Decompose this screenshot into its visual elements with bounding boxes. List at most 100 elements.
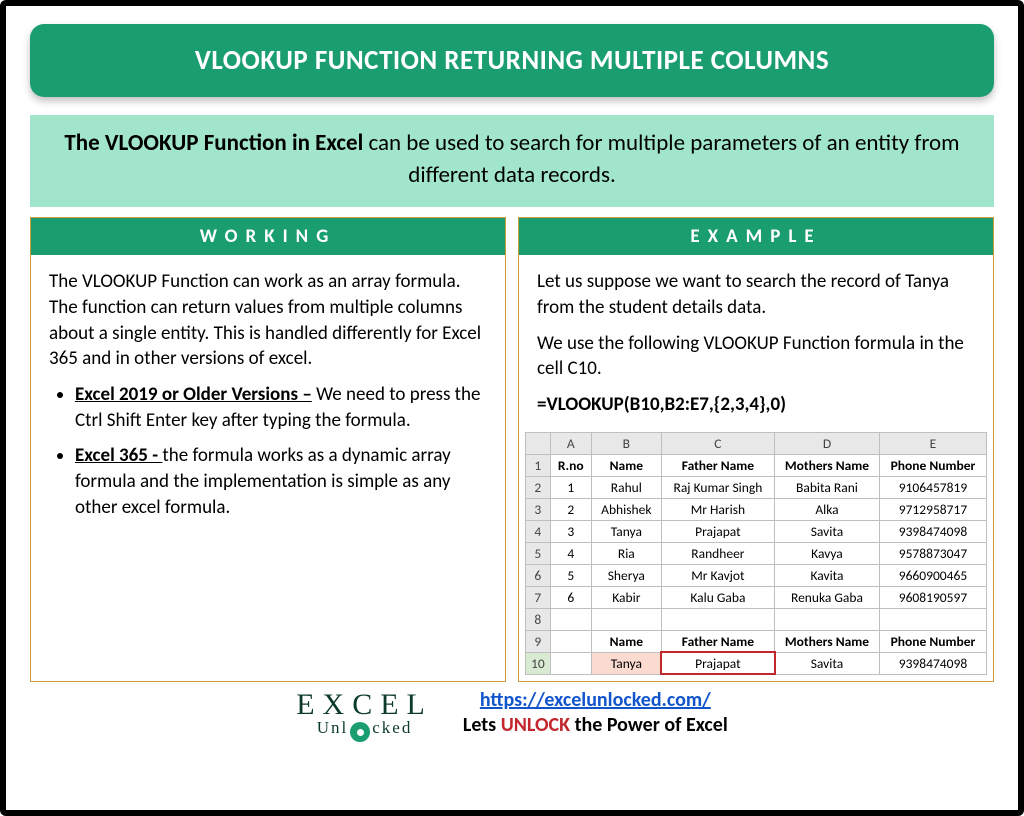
selected-cell: Prajapat [661, 652, 774, 674]
cell: Phone Number [879, 454, 986, 476]
page-frame: VLOOKUP FUNCTION RETURNING MULTIPLE COLU… [0, 0, 1024, 816]
cell [550, 608, 591, 630]
cell: 9608190597 [879, 586, 986, 608]
row-num: 6 [526, 564, 551, 586]
example-panel: EXAMPLE Let us suppose we want to search… [518, 217, 994, 681]
row-num: 1 [526, 454, 551, 476]
working-para: The VLOOKUP Function can work as an arra… [49, 269, 487, 372]
cell [775, 608, 880, 630]
row-num: 4 [526, 520, 551, 542]
spreadsheet: A B C D E 1 R.no Name Father Name Mother… [519, 432, 993, 681]
row-num: 2 [526, 476, 551, 498]
table-row: 21RahulRaj Kumar SinghBabita Rani9106457… [526, 476, 987, 498]
cell [661, 608, 774, 630]
cell: Savita [775, 652, 880, 674]
cell: Savita [775, 520, 880, 542]
cell: 9660900465 [879, 564, 986, 586]
cell: Sherya [591, 564, 661, 586]
cell: Alka [775, 498, 880, 520]
cell: 9106457819 [879, 476, 986, 498]
row-num: 10 [526, 652, 551, 674]
columns: WORKING The VLOOKUP Function can work as… [30, 217, 994, 681]
example-para1: Let us suppose we want to search the rec… [537, 269, 975, 320]
cell: Father Name [661, 630, 774, 652]
footer-text: https://excelunlocked.com/ Lets UNLOCK t… [463, 688, 728, 738]
row-num: 8 [526, 608, 551, 630]
cell [879, 608, 986, 630]
cell: 2 [550, 498, 591, 520]
cell: Rahul [591, 476, 661, 498]
page-title: VLOOKUP FUNCTION RETURNING MULTIPLE COLU… [30, 24, 994, 97]
example-para2: We use the following VLOOKUP Function fo… [537, 331, 975, 382]
logo-top: EXCEL [296, 688, 433, 722]
bullet-label: Excel 365 - [75, 444, 162, 467]
cell: Kavita [775, 564, 880, 586]
cell: Phone Number [879, 630, 986, 652]
cell: Tanya [591, 520, 661, 542]
row-num: 3 [526, 498, 551, 520]
table-row: 32AbhishekMr HarishAlka9712958717 [526, 498, 987, 520]
table-row: 8 [526, 608, 987, 630]
working-body: The VLOOKUP Function can work as an arra… [31, 255, 505, 540]
logo-bottom-pre: Unl [317, 718, 349, 737]
table-row: 9NameFather NameMothers NamePhone Number [526, 630, 987, 652]
cell: Abhishek [591, 498, 661, 520]
row-num: 9 [526, 630, 551, 652]
col-head: B [591, 432, 661, 454]
cell: Prajapat [661, 520, 774, 542]
row-num: 7 [526, 586, 551, 608]
sheet-table: A B C D E 1 R.no Name Father Name Mother… [525, 432, 987, 675]
cell: Kabir [591, 586, 661, 608]
col-head: E [879, 432, 986, 454]
table-row: 10TanyaPrajapatSavita9398474098 [526, 652, 987, 674]
col-header-row: A B C D E [526, 432, 987, 454]
tagline-unlock: UNLOCK [501, 713, 570, 737]
cell [550, 652, 591, 674]
cell: 5 [550, 564, 591, 586]
tagline-post: the Power of Excel [570, 713, 728, 737]
table-row: 1 R.no Name Father Name Mothers Name Pho… [526, 454, 987, 476]
cell: 4 [550, 542, 591, 564]
col-head: D [775, 432, 880, 454]
cell: 6 [550, 586, 591, 608]
cell: Raj Kumar Singh [661, 476, 774, 498]
table-row: 76KabirKalu GabaRenuka Gaba9608190597 [526, 586, 987, 608]
cell: 1 [550, 476, 591, 498]
cell [591, 608, 661, 630]
cell: Mothers Name [775, 454, 880, 476]
logo-bottom-post: cked [372, 718, 412, 737]
table-row: 43TanyaPrajapatSavita9398474098 [526, 520, 987, 542]
table-row: 65SheryaMr KavjotKavita9660900465 [526, 564, 987, 586]
col-head: A [550, 432, 591, 454]
bullet-label: Excel 2019 or Older Versions – [75, 383, 312, 406]
cell: Name [591, 454, 661, 476]
list-item: Excel 2019 or Older Versions – We need t… [75, 382, 487, 433]
cell: Father Name [661, 454, 774, 476]
table-row: 54RiaRandheerKavya9578873047 [526, 542, 987, 564]
intro-box: The VLOOKUP Function in Excel can be use… [30, 115, 994, 207]
cell: Kalu Gaba [661, 586, 774, 608]
cell: Babita Rani [775, 476, 880, 498]
working-heading: WORKING [31, 218, 505, 255]
example-formula: =VLOOKUP(B10,B2:E7,{2,3,4},0) [537, 392, 975, 418]
cell: 9398474098 [879, 520, 986, 542]
cell [550, 630, 591, 652]
cell: 9578873047 [879, 542, 986, 564]
working-list: Excel 2019 or Older Versions – We need t… [49, 382, 487, 520]
intro-rest: can be used to search for multiple param… [363, 129, 959, 189]
col-head: C [661, 432, 774, 454]
cell: Randheer [661, 542, 774, 564]
cell: 3 [550, 520, 591, 542]
row-num: 5 [526, 542, 551, 564]
list-item: Excel 365 - the formula works as a dynam… [75, 443, 487, 520]
cell: Kavya [775, 542, 880, 564]
cell: Mr Harish [661, 498, 774, 520]
cell: 9712958717 [879, 498, 986, 520]
cell: 9398474098 [879, 652, 986, 674]
footer-link[interactable]: https://excelunlocked.com/ [480, 688, 711, 712]
cell: Mr Kavjot [661, 564, 774, 586]
tagline-pre: Lets [463, 713, 501, 737]
working-panel: WORKING The VLOOKUP Function can work as… [30, 217, 506, 681]
brand-logo: EXCEL Unl cked [296, 688, 433, 740]
intro-bold: The VLOOKUP Function in Excel [64, 129, 363, 157]
